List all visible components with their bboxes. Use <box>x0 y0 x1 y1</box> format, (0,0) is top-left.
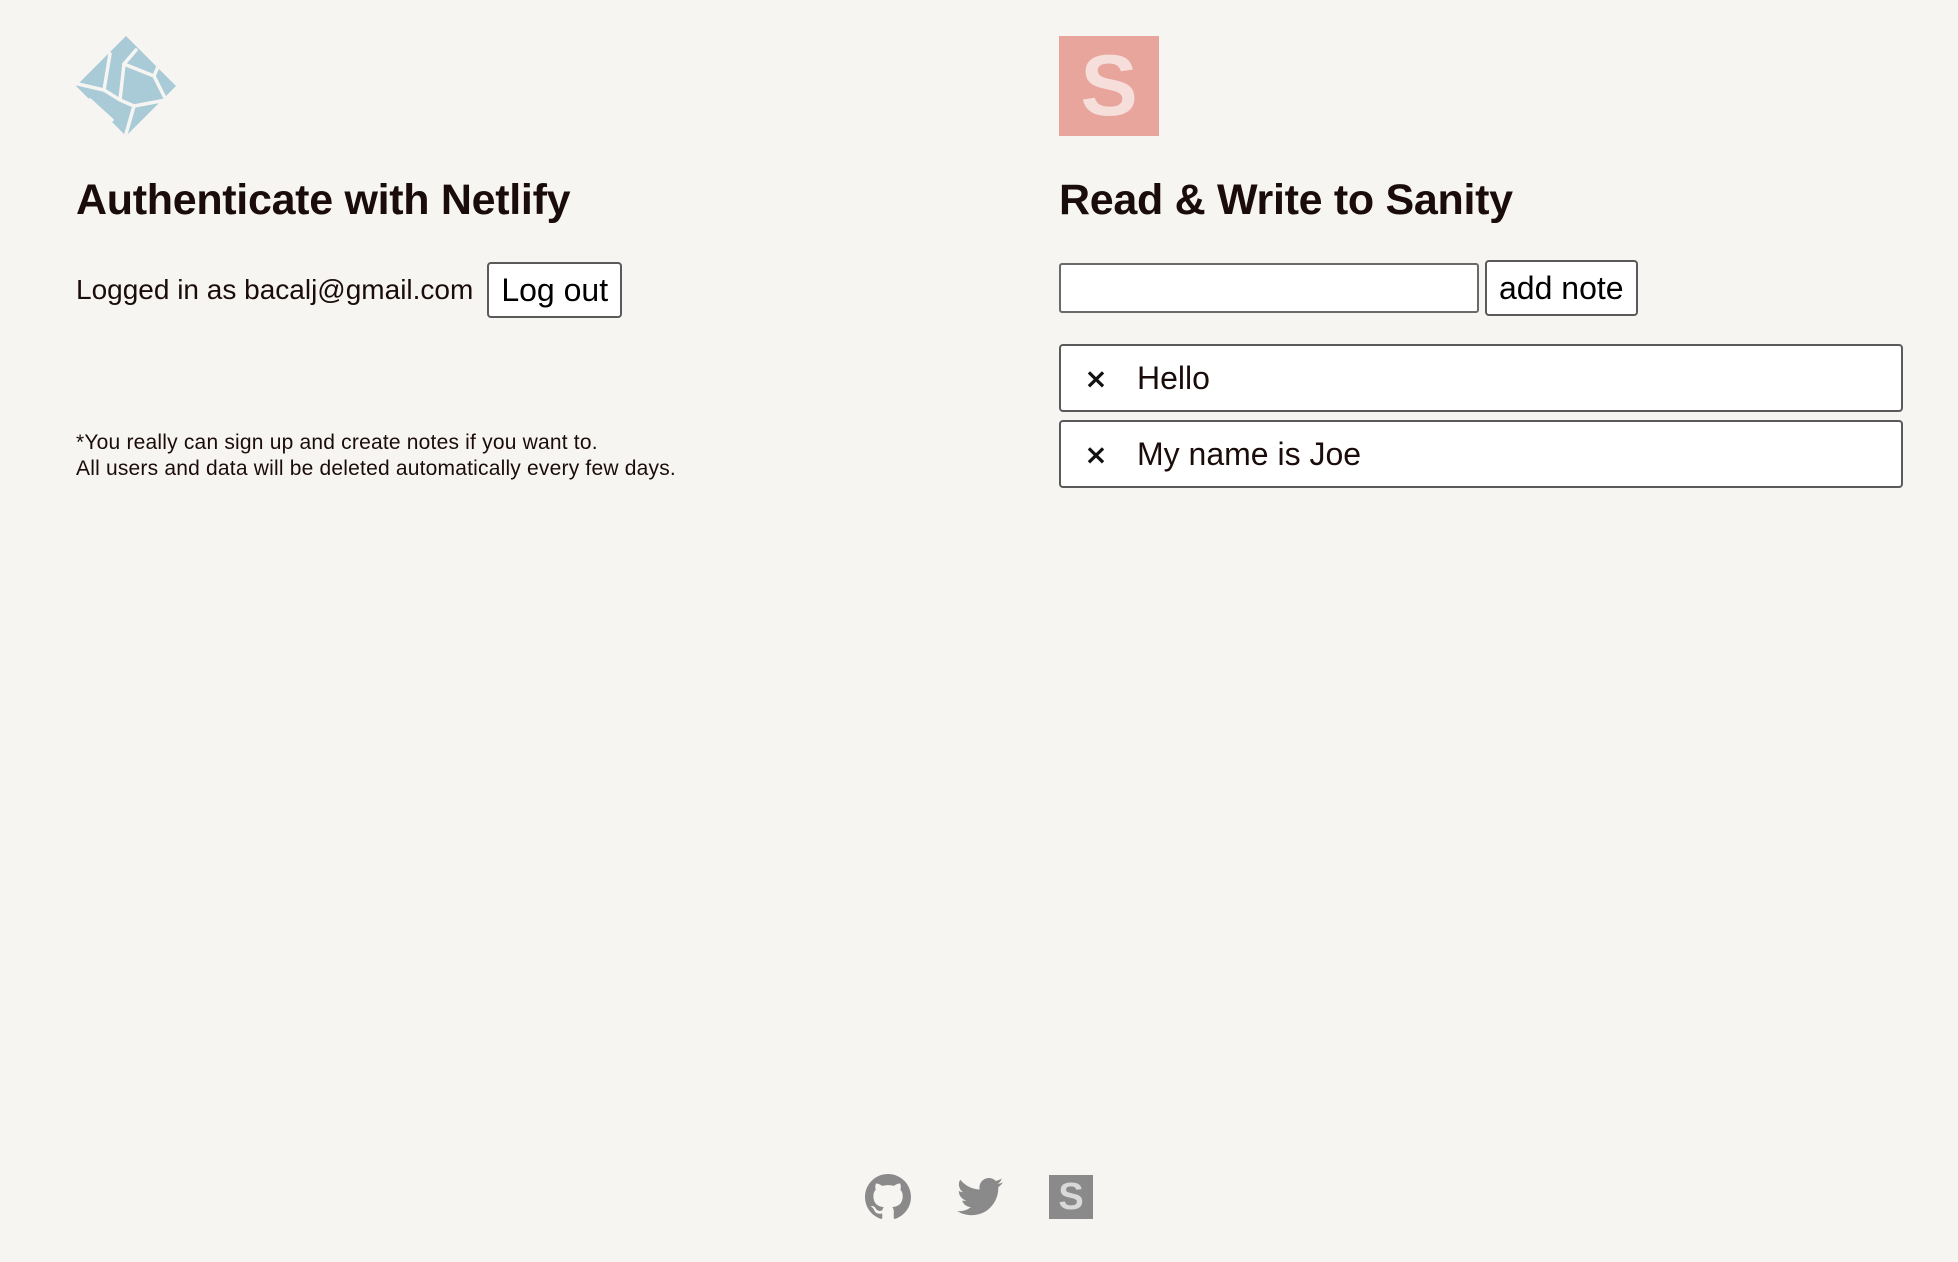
netlify-logo-icon <box>76 36 176 136</box>
note-input[interactable] <box>1059 263 1479 313</box>
add-note-form: add note <box>1059 260 1638 316</box>
footnote-line-1: *You really can sign up and create notes… <box>76 431 598 454</box>
twitter-icon <box>957 1177 1003 1216</box>
github-link[interactable] <box>865 1174 911 1220</box>
netlify-heading: Authenticate with Netlify <box>76 176 571 224</box>
logout-button[interactable]: Log out <box>487 262 623 318</box>
notes-list: × Hello × My name is Joe <box>1059 344 1903 496</box>
sanity-icon-letter: S <box>1058 1176 1084 1218</box>
footnote-line-2: All users and data will be deleted autom… <box>76 457 676 480</box>
netlify-section: Authenticate with Netlify Logged in as b… <box>76 36 716 480</box>
sanity-icon: S <box>1049 1175 1093 1219</box>
sanity-heading: Read & Write to Sanity <box>1059 176 1513 224</box>
sanity-logo-icon: S <box>1059 36 1159 136</box>
note-item: × Hello <box>1059 344 1903 412</box>
delete-note-button[interactable]: × <box>1081 438 1111 471</box>
delete-note-button[interactable]: × <box>1081 362 1111 395</box>
footer: S <box>0 1174 1958 1220</box>
note-text: My name is Joe <box>1137 435 1362 472</box>
footnote: *You really can sign up and create notes… <box>76 430 696 482</box>
note-item: × My name is Joe <box>1059 420 1903 488</box>
sanity-logo-letter: S <box>1080 38 1138 134</box>
login-status-row: Logged in as bacalj@gmail.com Log out <box>76 262 623 318</box>
sanity-section: S Read & Write to Sanity add note × Hell… <box>1059 36 1909 488</box>
login-status-text: Logged in as bacalj@gmail.com <box>76 274 474 305</box>
add-note-button[interactable]: add note <box>1485 260 1638 316</box>
github-icon <box>865 1174 911 1219</box>
sanity-link[interactable]: S <box>1049 1175 1093 1219</box>
note-text: Hello <box>1137 359 1210 396</box>
twitter-link[interactable] <box>957 1177 1003 1217</box>
